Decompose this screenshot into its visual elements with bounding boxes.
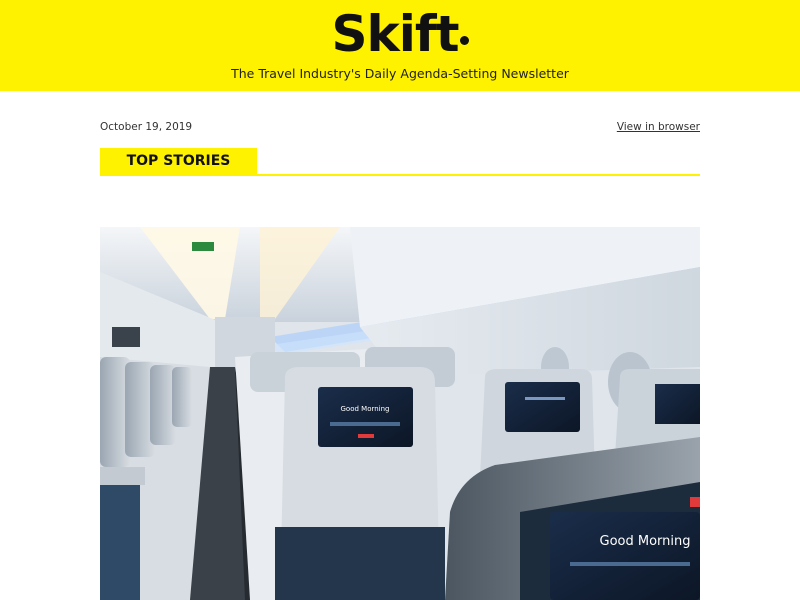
airplane-cabin-illustration: Good Morning Good Morning <box>100 227 700 600</box>
section-divider <box>100 174 700 176</box>
masthead: Skift The Travel Industry's Daily Agenda… <box>0 0 800 91</box>
section-header: TOP STORIES <box>100 148 700 177</box>
view-in-browser-link[interactable]: View in browser <box>617 121 700 133</box>
foreground-screen-text: Good Morning <box>600 534 691 549</box>
issue-date: October 19, 2019 <box>100 121 193 133</box>
tagline: The Travel Industry's Daily Agenda-Setti… <box>231 66 569 81</box>
section-title: TOP STORIES <box>100 148 257 175</box>
seatback-screen-text: Good Morning <box>341 405 390 413</box>
logo-dot-icon <box>459 36 469 45</box>
hero-image[interactable]: Good Morning Good Morning <box>100 227 700 600</box>
skift-logo[interactable]: Skift <box>0 6 800 62</box>
logo-text: Skift <box>331 5 459 63</box>
